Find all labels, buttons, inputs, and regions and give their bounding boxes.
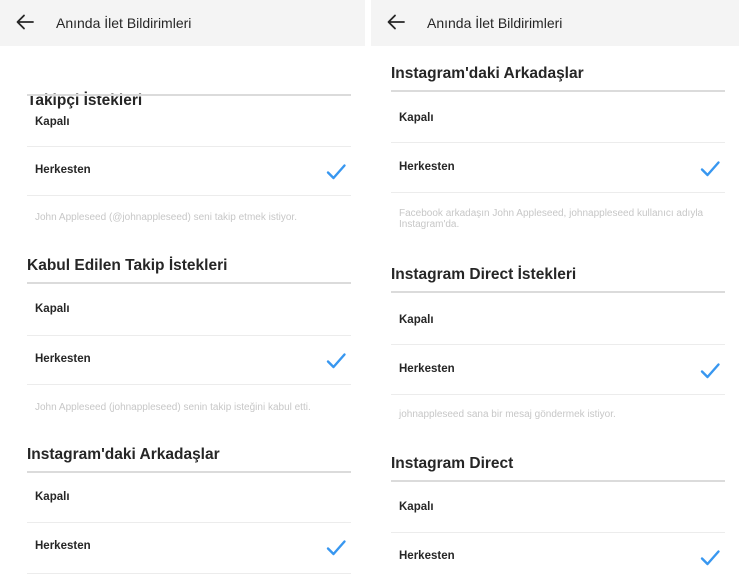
option-everyone[interactable]: Herkesten (391, 148, 725, 192)
section-divider (391, 480, 725, 482)
section-title-instagram-friends: Instagram'daki Arkadaşlar (27, 446, 220, 463)
section-divider (391, 90, 725, 92)
option-off[interactable]: Kapalı (391, 99, 725, 143)
section-title-instagram-direct: Instagram Direct (391, 455, 514, 472)
option-everyone[interactable]: Herkesten (27, 527, 351, 571)
top-bar: Anında İlet Bildirimleri (371, 0, 739, 46)
option-label: Kapalı (35, 303, 70, 315)
checkmark-icon (699, 360, 721, 382)
checkmark-icon (699, 547, 721, 569)
option-off[interactable]: Kapalı (27, 478, 351, 522)
row-divider (391, 142, 725, 143)
option-label: Kapalı (35, 491, 70, 503)
option-everyone[interactable]: Herkesten (27, 151, 351, 195)
section-divider (27, 471, 351, 473)
option-everyone[interactable]: Herkesten (27, 340, 351, 384)
row-divider (27, 195, 351, 196)
option-everyone[interactable]: Herkesten (391, 537, 725, 578)
row-divider (27, 384, 351, 385)
option-label: Herkesten (399, 363, 455, 375)
top-bar: Anında İlet Bildirimleri (0, 0, 365, 46)
section-divider (27, 282, 351, 284)
option-label: Herkesten (399, 161, 455, 173)
option-label: Kapalı (399, 112, 434, 124)
row-divider (27, 335, 351, 336)
row-divider (391, 532, 725, 533)
option-label: Kapalı (399, 314, 434, 326)
row-divider (391, 394, 725, 395)
example-caption: John Appleseed (johnappleseed) senin tak… (35, 402, 311, 413)
section-title-direct-requests: Instagram Direct İstekleri (391, 266, 577, 283)
row-divider (27, 522, 351, 523)
example-caption: Facebook arkadaşın John Appleseed, johna… (399, 208, 704, 230)
option-label: Herkesten (35, 164, 91, 176)
arrow-left-icon (384, 10, 408, 34)
back-button[interactable] (13, 10, 37, 34)
row-divider (391, 192, 725, 193)
arrow-left-icon (13, 10, 37, 34)
option-off[interactable]: Kapalı (391, 488, 725, 532)
option-off[interactable]: Kapalı (391, 301, 725, 345)
back-button[interactable] (384, 10, 408, 34)
left-screen: Anında İlet Bildirimleri Takipçi İstekle… (0, 0, 365, 578)
checkmark-icon (699, 158, 721, 180)
checkmark-icon (325, 161, 347, 183)
option-label: Kapalı (35, 116, 70, 128)
right-screen: Anında İlet Bildirimleri Instagram'daki … (371, 0, 739, 578)
section-title-instagram-friends: Instagram'daki Arkadaşlar (391, 65, 584, 82)
option-label: Herkesten (35, 353, 91, 365)
checkmark-icon (325, 537, 347, 559)
option-label: Herkesten (35, 540, 91, 552)
row-divider (391, 344, 725, 345)
page-title: Anında İlet Bildirimleri (56, 15, 192, 31)
option-off[interactable]: Kapalı (27, 103, 351, 147)
checkmark-icon (325, 350, 347, 372)
option-everyone[interactable]: Herkesten (391, 350, 725, 394)
section-divider (27, 94, 351, 96)
section-divider (391, 291, 725, 293)
example-caption: John Appleseed (@johnappleseed) seni tak… (35, 212, 297, 223)
example-caption: johnappleseed sana bir mesaj göndermek i… (399, 409, 616, 420)
section-title-accepted-follow-requests: Kabul Edilen Takip İstekleri (27, 257, 228, 274)
row-divider (27, 573, 351, 574)
page-title: Anında İlet Bildirimleri (427, 15, 563, 31)
row-divider (27, 146, 351, 147)
option-label: Herkesten (399, 550, 455, 562)
option-off[interactable]: Kapalı (27, 290, 351, 334)
option-label: Kapalı (399, 501, 434, 513)
